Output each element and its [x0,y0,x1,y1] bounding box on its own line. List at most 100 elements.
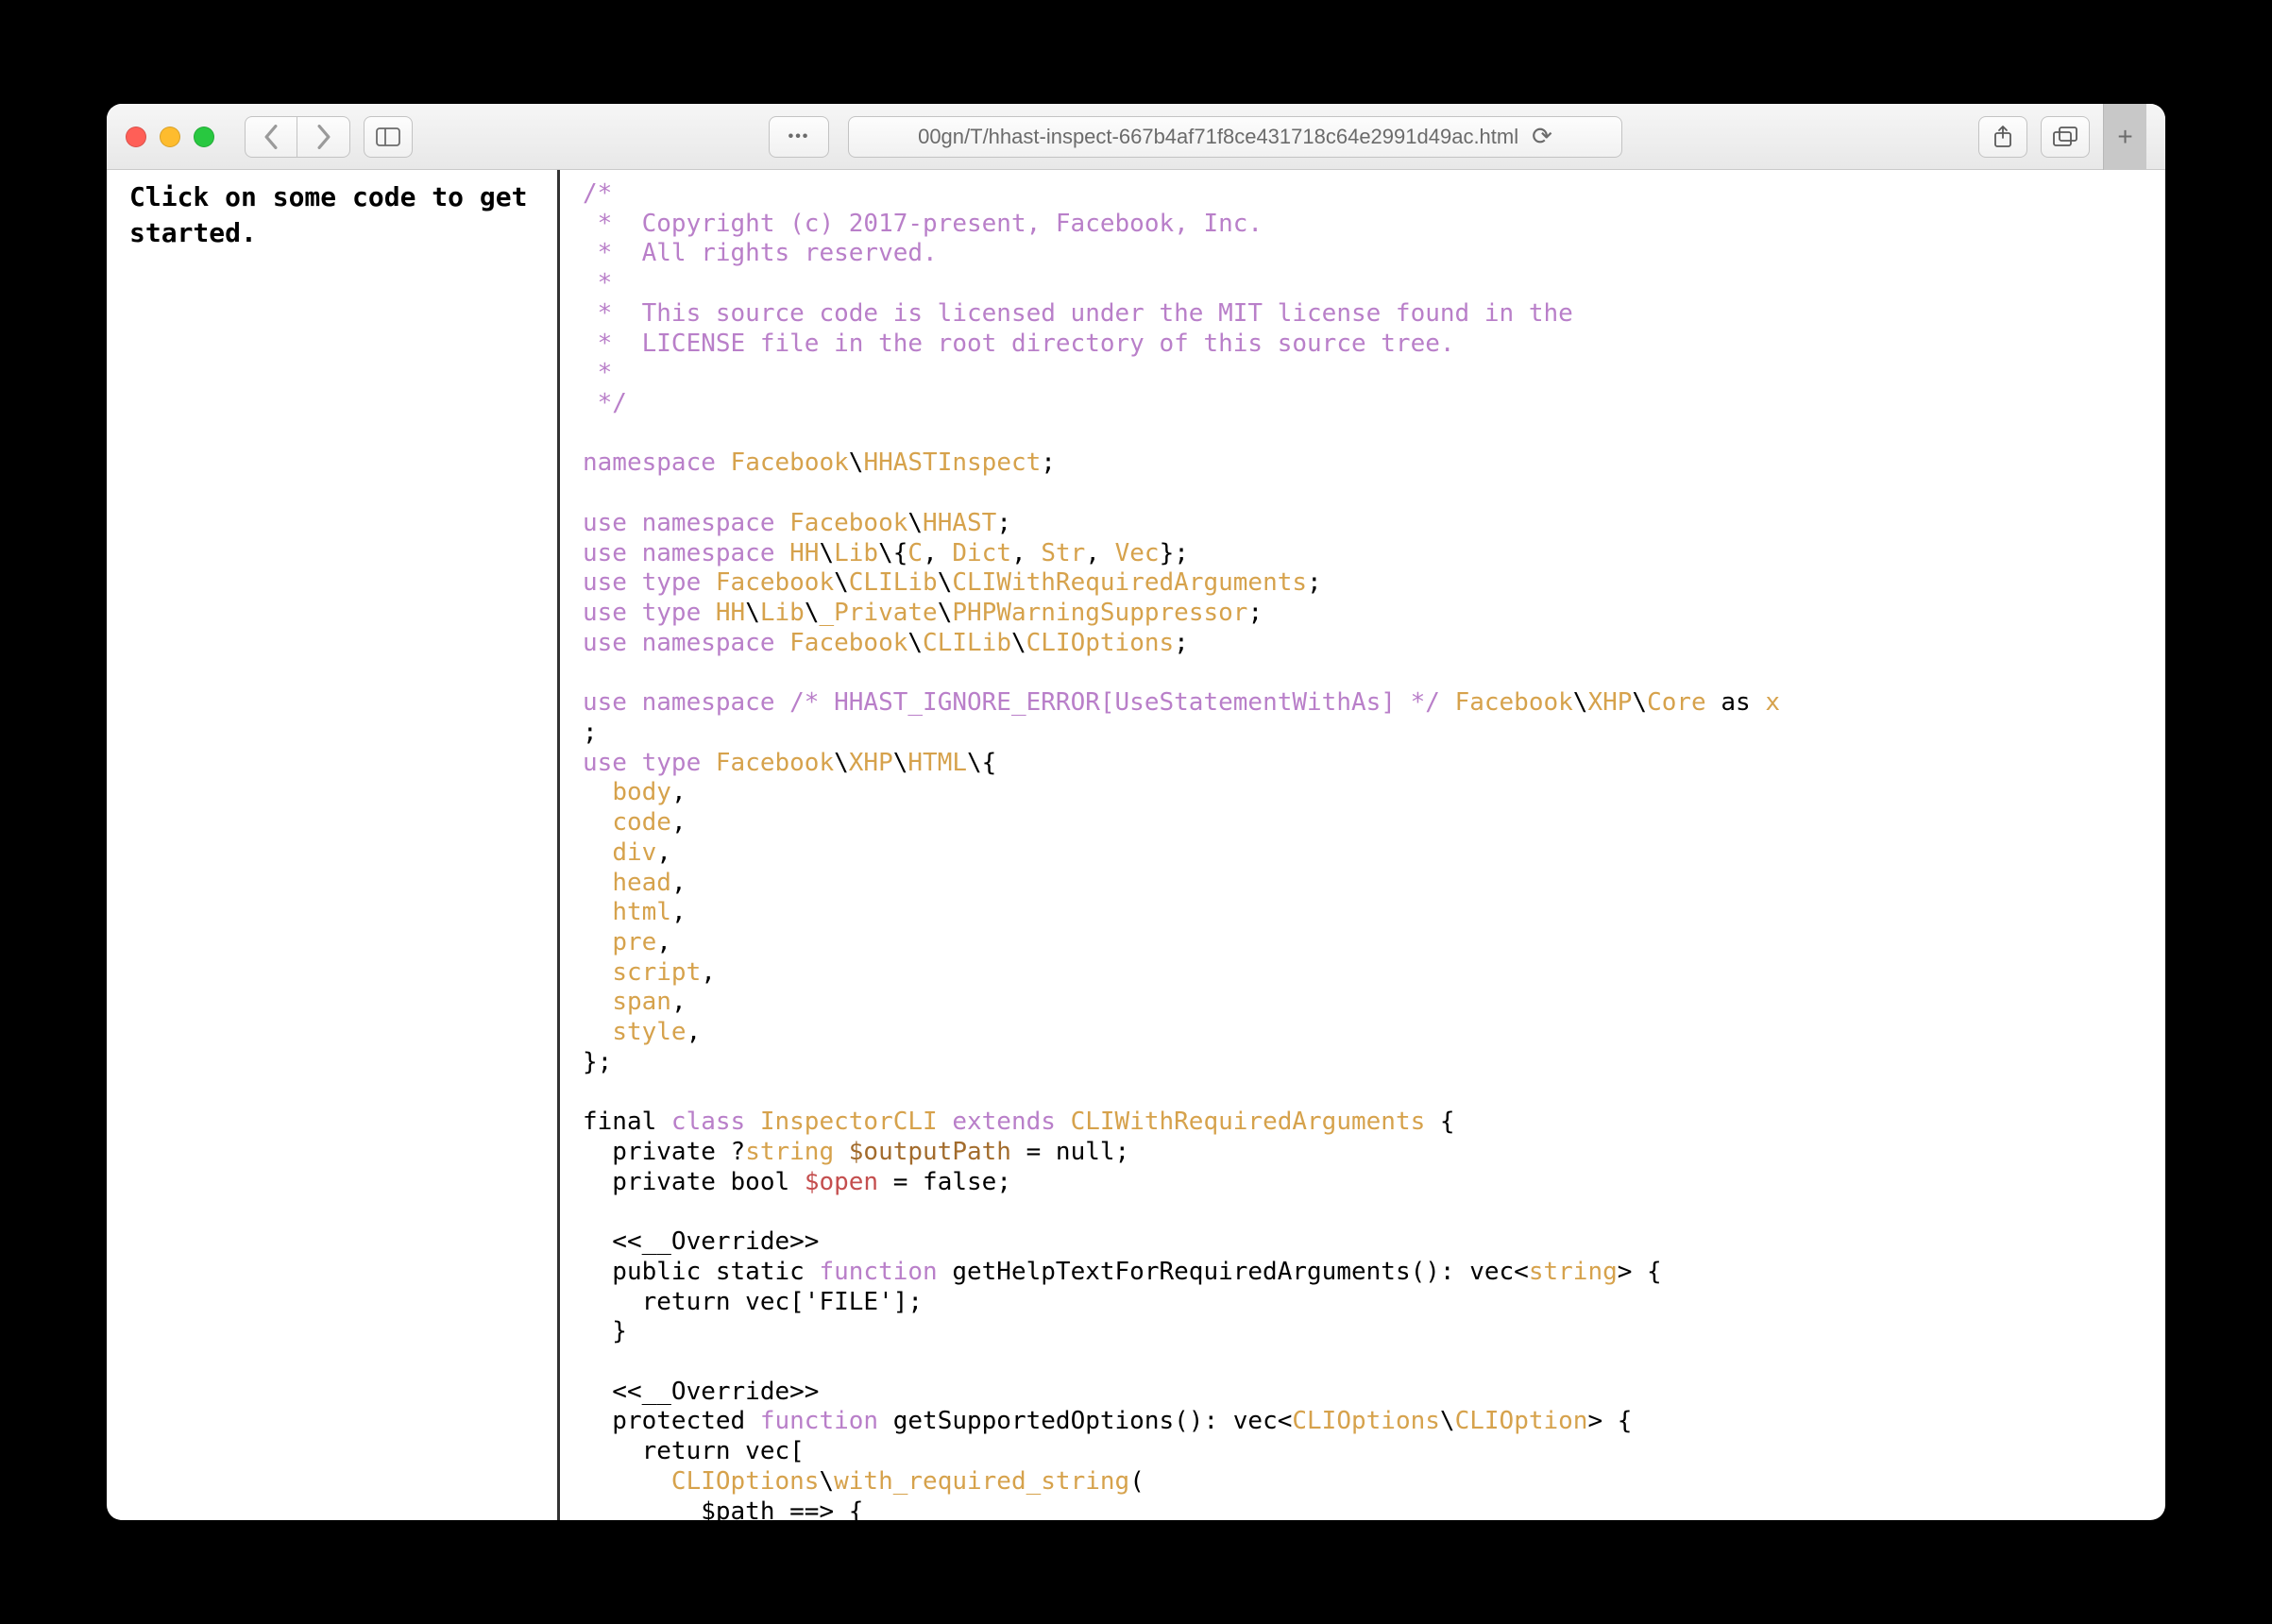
ns-facebook: Facebook [789,629,907,657]
ns-clioptions: CLIOptions [1026,629,1175,657]
url-bar[interactable]: 00gn/T/hhast-inspect-667b4af71f8ce431718… [848,116,1622,158]
return-file: return vec['FILE']; [583,1288,923,1316]
kw-as: as [1706,688,1766,717]
return-vec: return vec[ [583,1437,805,1465]
type-string: string [745,1138,834,1166]
imp-head: head [612,869,671,897]
class-cliwra: CLIWithRequiredArguments [1071,1108,1426,1136]
kw-use-namespace: use namespace [583,629,789,657]
comment-line: * [583,359,612,387]
right-button-group [1978,116,2090,158]
eq-null: = null; [1011,1138,1129,1166]
kw-use-namespace: use namespace [583,688,789,717]
url-text: 00gn/T/hhast-inspect-667b4af71f8ce431718… [918,125,1518,149]
kw-function: function [760,1407,878,1435]
close-icon[interactable] [126,127,146,147]
ns-facebook: Facebook [716,568,834,597]
kw-class: class [671,1108,760,1136]
kw-use-type: use type [583,599,716,627]
imp-style: style [612,1018,686,1046]
imp-code: code [612,808,671,837]
comment-line: * All rights reserved. [583,239,938,267]
sidebar-hint: Click on some code to get started. [107,170,560,1520]
var-open: $open [805,1168,878,1196]
alias-x: x [1765,688,1780,717]
comment-line: * [583,269,612,297]
ns-facebook: Facebook [731,448,849,477]
ns-facebook: Facebook [789,509,907,537]
attr-override: <<__Override>> [583,1378,819,1406]
gt-brace: > { [1587,1407,1632,1435]
imp-div: div [612,838,656,867]
type-clioption: CLIOption [1455,1407,1588,1435]
forward-button[interactable] [297,116,350,158]
ignore-comment: /* HHAST_IGNORE_ERROR[UseStatementWithAs… [789,688,1440,717]
nav-buttons [245,116,350,158]
ns-lib: Lib [760,599,805,627]
titlebar: ••• 00gn/T/hhast-inspect-667b4af71f8ce43… [107,104,2165,170]
kw-final: final [583,1108,671,1136]
ns-core: Core [1647,688,1706,717]
ns-hhast: HHAST [923,509,996,537]
imp-pre: pre [612,928,656,956]
kw-use-type: use type [583,568,716,597]
ns-clilib: CLILib [923,629,1011,657]
content-area: Click on some code to get started. /* * … [107,170,2165,1520]
traffic-lights [126,127,214,147]
code-pane[interactable]: /* * Copyright (c) 2017-present, Faceboo… [560,170,2165,1520]
ns-clilib: CLILib [849,568,938,597]
lambda-path: $path ==> { [583,1497,863,1520]
imp-span: span [612,988,671,1016]
fn-with-required-string: with_required_string [834,1467,1129,1496]
eq-false: = false; [878,1168,1011,1196]
class-inspectorcli: InspectorCLI [760,1108,938,1136]
attr-override: <<__Override>> [583,1227,819,1256]
ns-xhp: XHP [1587,688,1632,717]
tabs-button[interactable] [2041,116,2090,158]
fn-gethelp: getHelpTextForRequiredArguments(): vec< [938,1258,1529,1286]
ns-clioptions: CLIOptions [1292,1407,1440,1435]
decl-private: private ? [583,1138,745,1166]
reader-button[interactable]: ••• [769,116,829,158]
comment-line: /* [583,179,612,208]
imp-body: body [612,778,671,806]
type-string: string [1529,1258,1618,1286]
comment-line: * Copyright (c) 2017-present, Facebook, … [583,210,1263,238]
share-button[interactable] [1978,116,2027,158]
kw-function: function [819,1258,937,1286]
ns-lib: Lib [834,539,878,567]
gt-brace: > { [1618,1258,1662,1286]
sidebar-toggle-button[interactable] [364,116,413,158]
maximize-icon[interactable] [194,127,214,147]
ns-hh: HH [716,599,745,627]
reload-icon[interactable]: ⟳ [1532,122,1552,151]
var-outputpath: $outputPath [834,1138,1011,1166]
kw-use-namespace: use namespace [583,509,789,537]
comment-line: */ [583,389,627,417]
ns-xhp: XHP [849,749,893,777]
kw-protected: protected [583,1407,760,1435]
comment-line: * This source code is licensed under the… [583,299,1573,328]
back-button[interactable] [245,116,297,158]
ns-hh: HH [789,539,819,567]
kw-use-type: use type [583,749,716,777]
comment-line: * LICENSE file in the root directory of … [583,330,1455,358]
browser-window: ••• 00gn/T/hhast-inspect-667b4af71f8ce43… [107,104,2165,1520]
tp-phpws: PHPWarningSuppressor [952,599,1247,627]
ns-c: C [907,539,923,567]
ns-hhastinspect: HHASTInspect [863,448,1041,477]
kw-public-static: public static [583,1258,819,1286]
fn-getsupported: getSupportedOptions(): vec< [878,1407,1292,1435]
ns-facebook: Facebook [716,749,834,777]
new-tab-button[interactable]: + [2103,104,2146,170]
imp-script: script [612,958,701,987]
ns-vec: Vec [1115,539,1160,567]
urlbar-wrap: ••• 00gn/T/hhast-inspect-667b4af71f8ce43… [426,116,1965,158]
close-brace: } [583,1317,627,1345]
ns-dict: Dict [952,539,1011,567]
ns-html: HTML [907,749,967,777]
kw-namespace: namespace [583,448,731,477]
minimize-icon[interactable] [160,127,180,147]
ns-str: Str [1041,539,1085,567]
kw-use-namespace: use namespace [583,539,789,567]
